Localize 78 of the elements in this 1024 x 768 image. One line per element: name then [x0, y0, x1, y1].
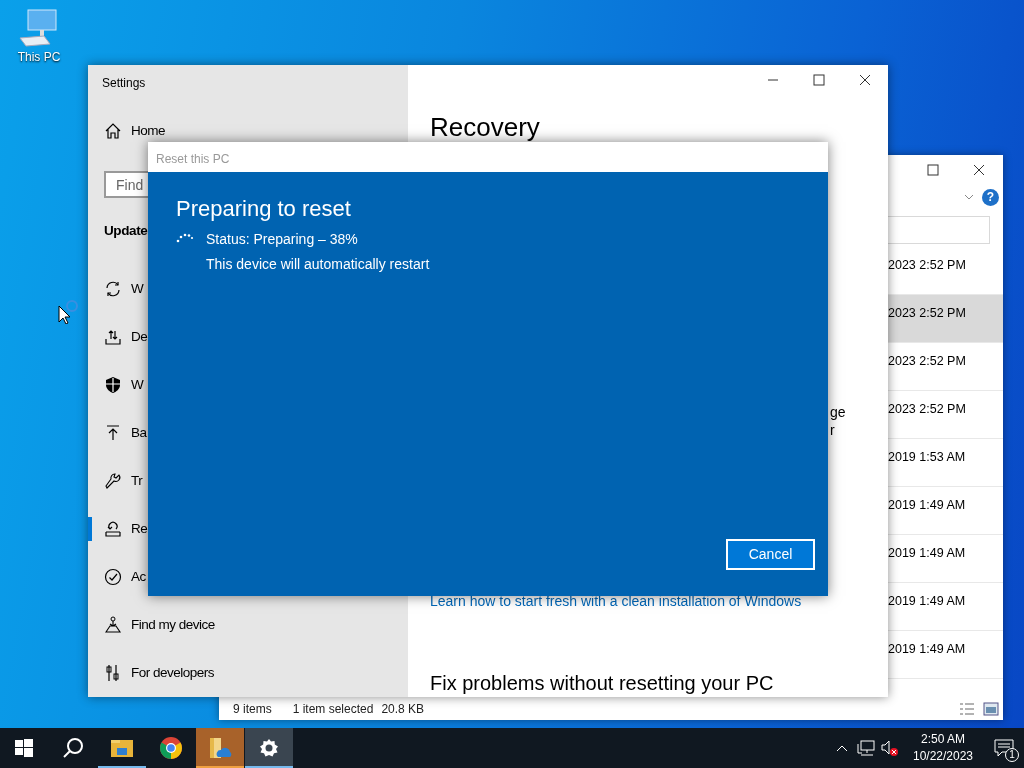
window-title: Settings [101, 75, 147, 92]
shield-icon [104, 376, 122, 394]
spinner-icon [176, 233, 194, 244]
sliders-icon [104, 664, 122, 682]
nav-item[interactable]: Tr [88, 457, 145, 505]
help-button[interactable]: ? [982, 188, 999, 206]
file-row[interactable]: 2023 2:52 PM [888, 295, 1003, 343]
status-text: 1 item selected [292, 701, 374, 718]
busy-cursor-icon [57, 298, 81, 324]
nav-item[interactable]: Find my device [88, 601, 217, 649]
home-icon [104, 122, 122, 141]
nav-label: Ac [131, 567, 146, 586]
nav-item[interactable]: Ba [88, 409, 149, 457]
computer-icon [18, 8, 60, 48]
folder-cloud-icon [207, 737, 233, 759]
notification-count: 1 [1005, 748, 1019, 762]
settings-icon [259, 738, 279, 758]
nav-label: Re [131, 519, 148, 538]
person-pin-icon [104, 616, 122, 634]
close-icon[interactable] [859, 74, 871, 86]
nav-label: Find my device [131, 615, 215, 634]
modified-date: 2019 1:49 AM [888, 641, 967, 658]
cancel-button[interactable]: Cancel [726, 539, 815, 570]
modified-date: 2023 2:52 PM [888, 305, 967, 322]
network-icon[interactable] [857, 740, 875, 756]
browser-icon [159, 736, 183, 760]
notification-icon[interactable] [994, 739, 1014, 757]
nav-label: Ba [131, 423, 147, 442]
modified-date: 2023 2:52 PM [888, 401, 967, 418]
status-text: 20.8 KB [381, 701, 425, 718]
modified-date: 2019 1:49 AM [888, 593, 967, 610]
four-panes-icon [15, 739, 33, 757]
tray-arrows-icon [104, 328, 122, 346]
chevron-down-icon[interactable] [964, 194, 974, 200]
section-heading: Update [104, 221, 148, 240]
close-icon[interactable] [973, 164, 985, 176]
section-heading: Fix problems without resetting your PC [430, 671, 775, 695]
check-circle-icon [104, 568, 122, 586]
drive-restore-icon [104, 520, 122, 538]
maximize-icon[interactable] [813, 74, 825, 86]
nav-label: For developers [131, 663, 215, 682]
nav-item[interactable]: For developers [88, 649, 217, 697]
modified-date: 2019 1:49 AM [888, 545, 967, 562]
nav-label: Home [131, 122, 165, 141]
dialog-heading: Preparing to reset [176, 195, 352, 223]
partial-text: r [830, 421, 836, 439]
modified-date: 2023 2:52 PM [888, 353, 967, 370]
partial-text: ge [830, 403, 847, 421]
folder-icon [110, 738, 134, 758]
modified-date: 2019 1:53 AM [888, 449, 967, 466]
sync-icon [104, 280, 122, 298]
nav-item[interactable]: Ac [88, 553, 148, 601]
taskbar-button[interactable] [245, 728, 293, 768]
clock-time[interactable]: 2:50 AM [908, 731, 978, 748]
search-icon [62, 737, 84, 759]
nav-label: W [131, 279, 144, 298]
nav-item[interactable]: Home [88, 121, 167, 142]
upload-arrow-icon [104, 424, 122, 442]
info-text: This device will automatically restart [206, 255, 430, 274]
nav-item[interactable]: Re [88, 505, 150, 553]
nav-label: De [131, 327, 148, 346]
modified-date: 2023 2:52 PM [888, 257, 967, 274]
status-text: 9 items [233, 701, 272, 718]
nav-item[interactable]: W [88, 265, 146, 313]
nav-label: W [131, 375, 144, 394]
nav-item[interactable]: W [88, 361, 146, 409]
maximize-icon[interactable] [927, 164, 939, 176]
status-text: Status: Preparing – 38% [206, 230, 359, 249]
nav-label: Tr [131, 471, 143, 490]
chevron-up-icon[interactable] [836, 744, 848, 752]
modified-date: 2019 1:49 AM [888, 497, 967, 514]
nav-item[interactable]: De [88, 313, 150, 361]
clock-date[interactable]: 10/22/2023 [908, 748, 978, 765]
dialog-title: Reset this PC [148, 142, 828, 172]
wrench-icon [104, 472, 122, 490]
muted-speaker-icon[interactable] [880, 739, 900, 757]
thumbnail-view-icon[interactable] [983, 702, 999, 716]
page-heading: Recovery [430, 112, 540, 142]
